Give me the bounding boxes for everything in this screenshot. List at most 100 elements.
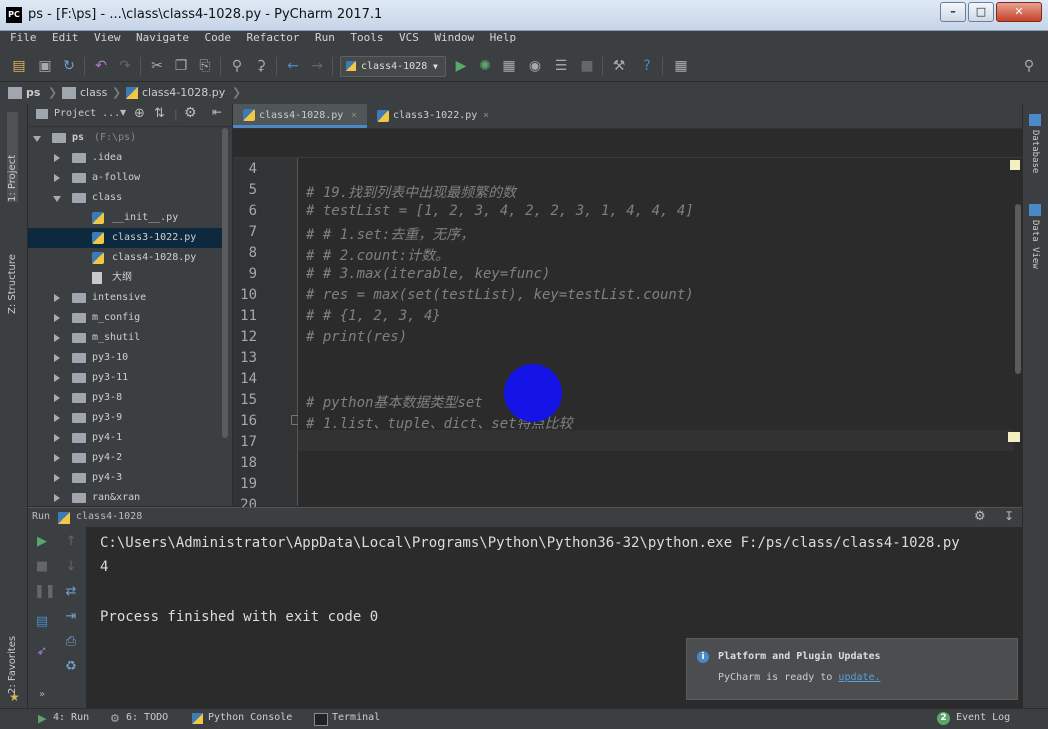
tree-item[interactable]: py3-10 — [28, 348, 228, 368]
save-icon[interactable]: ▣ — [36, 57, 54, 75]
tree-item[interactable]: ran&xran — [28, 488, 228, 508]
favorites-tool-tab[interactable]: 2: Favorites — [7, 604, 18, 694]
pause-icon[interactable]: ❚❚ — [34, 584, 56, 600]
copy-icon[interactable]: ❐ — [172, 57, 190, 75]
forward-icon[interactable]: → — [308, 57, 326, 75]
tree-item[interactable]: class4-1028.py — [28, 248, 228, 268]
collapsed-arrow-icon[interactable] — [54, 334, 60, 342]
tree-item[interactable]: a-follow — [28, 168, 228, 188]
collapsed-arrow-icon[interactable] — [54, 474, 60, 482]
structure-tool-tab[interactable]: Z: Structure — [7, 214, 18, 314]
redo-icon[interactable]: ↷ — [116, 57, 134, 75]
update-link[interactable]: update. — [838, 672, 880, 683]
menu-view[interactable]: View — [94, 31, 121, 44]
restore-layout-icon[interactable]: ▤ — [34, 614, 50, 630]
tree-item[interactable]: class — [28, 188, 228, 208]
editor-scroll-thumb[interactable] — [1015, 204, 1021, 374]
down-arrow-icon[interactable]: ↓ — [63, 559, 79, 575]
run-config-name[interactable]: class4-1028 — [76, 511, 142, 522]
warning-stripe-marker[interactable] — [1008, 432, 1020, 442]
collapsed-arrow-icon[interactable] — [54, 294, 60, 302]
project-view-selector[interactable]: Project ... — [54, 108, 120, 119]
data-view-tool-tab[interactable]: Data View — [1030, 220, 1040, 269]
undo-icon[interactable]: ↶ — [92, 57, 110, 75]
collapsed-arrow-icon[interactable] — [54, 434, 60, 442]
menu-refactor[interactable]: Refactor — [246, 31, 299, 44]
run-tool-button[interactable]: 4: Run — [53, 712, 89, 723]
tab-class3-1022[interactable]: class3-1022.py × — [371, 104, 501, 128]
collapsed-arrow-icon[interactable] — [54, 174, 60, 182]
search-everywhere-icon[interactable]: ⚲ — [1020, 57, 1038, 75]
hide-panel-icon[interactable]: ⇤ — [212, 105, 222, 119]
tree-item[interactable]: class3-1022.py — [28, 228, 228, 248]
more-actions-icon[interactable]: » — [34, 687, 50, 703]
stop-icon[interactable]: ■ — [34, 559, 50, 575]
todo-tool-button[interactable]: 6: TODO — [126, 712, 168, 723]
chevron-down-icon[interactable]: ▼ — [120, 108, 126, 117]
tab-class4-1028[interactable]: class4-1028.py × — [233, 104, 367, 128]
gear-icon[interactable]: ⚙ — [974, 509, 986, 524]
tree-item[interactable]: py3-9 — [28, 408, 228, 428]
python-console-button[interactable]: Python Console — [208, 712, 292, 723]
breadcrumb-class[interactable]: class — [80, 86, 107, 99]
tree-item[interactable]: py4-3 — [28, 468, 228, 488]
tree-item[interactable]: ps (F:\ps) — [28, 128, 228, 148]
menu-file[interactable]: File — [10, 31, 37, 44]
tree-item[interactable]: __init__.py — [28, 208, 228, 228]
print-icon[interactable]: ⎙ — [63, 634, 79, 650]
tree-item[interactable]: py3-11 — [28, 368, 228, 388]
hide-panel-icon[interactable]: ↧ — [1004, 509, 1014, 523]
run-config-select[interactable]: class4-1028 ▼ — [340, 56, 446, 77]
tree-item[interactable]: intensive — [28, 288, 228, 308]
debug-icon[interactable]: ✺ — [476, 57, 494, 75]
coverage-icon[interactable]: ▦ — [500, 57, 518, 75]
menu-help[interactable]: Help — [490, 31, 517, 44]
code-editor[interactable]: # 19.找到列表中出现最频繁的数 # testList = [1, 2, 3, … — [298, 158, 1014, 506]
editor-scrollbar[interactable] — [1014, 158, 1022, 506]
open-folder-icon[interactable]: ▤ — [10, 57, 28, 75]
close-tab-icon[interactable]: × — [351, 104, 357, 128]
collapsed-arrow-icon[interactable] — [54, 414, 60, 422]
menu-vcs[interactable]: VCS — [399, 31, 419, 44]
find-icon[interactable]: ⚲ — [228, 57, 246, 75]
sync-icon[interactable]: ↻ — [60, 57, 78, 75]
paste-icon[interactable]: ⎘ — [196, 57, 214, 75]
structure-icon[interactable]: ▦ — [672, 57, 690, 75]
collapsed-arrow-icon[interactable] — [54, 394, 60, 402]
settings-wrench-icon[interactable]: ⚒ — [610, 57, 628, 75]
back-icon[interactable]: ← — [284, 57, 302, 75]
gear-icon[interactable]: ⚙ — [184, 105, 197, 121]
close-window-button[interactable]: ✕ — [996, 2, 1042, 22]
project-tool-tab[interactable]: 1: Project — [7, 112, 18, 202]
tree-item[interactable]: m_shutil — [28, 328, 228, 348]
terminal-button[interactable]: Terminal — [332, 712, 380, 723]
breadcrumb-file[interactable]: class4-1028.py — [142, 86, 225, 99]
tree-item[interactable]: py4-1 — [28, 428, 228, 448]
tree-item[interactable]: py3-8 — [28, 388, 228, 408]
replace-icon[interactable]: ⚳ — [252, 57, 270, 75]
menu-edit[interactable]: Edit — [52, 31, 79, 44]
tree-item[interactable]: .idea — [28, 148, 228, 168]
collapsed-arrow-icon[interactable] — [54, 354, 60, 362]
event-log-button[interactable]: Event Log — [956, 712, 1010, 723]
cut-icon[interactable]: ✂ — [148, 57, 166, 75]
soft-wrap-icon[interactable]: ⇄ — [63, 584, 79, 600]
project-scrollbar[interactable] — [222, 128, 228, 438]
target-locate-icon[interactable]: ⊕ — [134, 106, 145, 121]
concurrency-icon[interactable]: ☰ — [552, 57, 570, 75]
maximize-button[interactable]: □ — [968, 2, 994, 22]
expanded-arrow-icon[interactable] — [33, 136, 41, 142]
tree-item[interactable]: 大纲 — [28, 268, 228, 288]
expanded-arrow-icon[interactable] — [53, 196, 61, 202]
menu-navigate[interactable]: Navigate — [136, 31, 189, 44]
profile-icon[interactable]: ◉ — [526, 57, 544, 75]
update-notification[interactable]: i Platform and Plugin Updates PyCharm is… — [686, 638, 1018, 700]
collapsed-arrow-icon[interactable] — [54, 374, 60, 382]
help-icon[interactable]: ? — [638, 57, 656, 75]
menu-code[interactable]: Code — [204, 31, 231, 44]
scroll-to-end-icon[interactable]: ⇥ — [63, 609, 79, 625]
trash-icon[interactable]: ♻ — [63, 659, 79, 675]
collapse-all-icon[interactable]: ⇅ — [154, 106, 165, 121]
collapsed-arrow-icon[interactable] — [54, 454, 60, 462]
collapsed-arrow-icon[interactable] — [54, 154, 60, 162]
